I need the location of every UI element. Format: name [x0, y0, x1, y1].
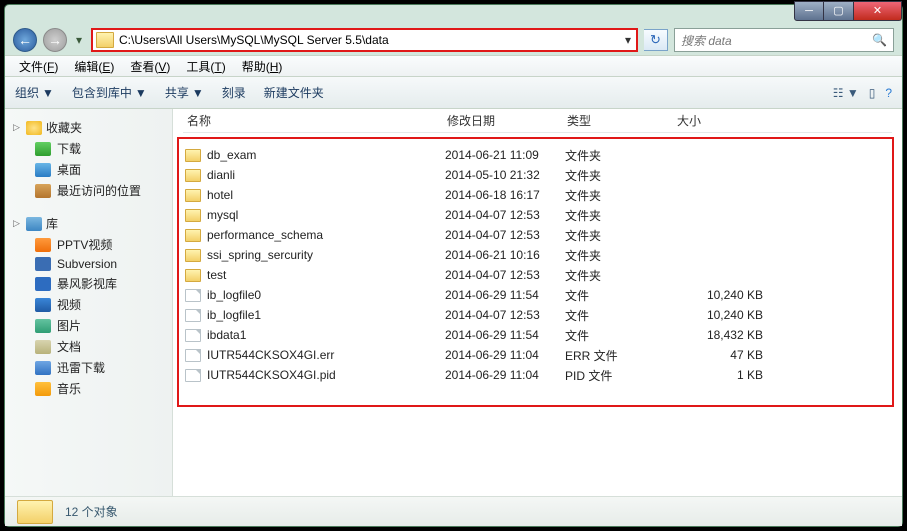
share-button[interactable]: 共享 ▼	[165, 84, 204, 101]
forward-button[interactable]: →	[43, 28, 67, 52]
file-list-highlight: db_exam2014-06-21 11:09文件夹dianli2014-05-…	[177, 137, 894, 407]
folder-icon	[17, 500, 53, 524]
search-icon: 🔍	[872, 33, 887, 47]
pptv-icon	[35, 238, 51, 252]
organize-button[interactable]: 组织 ▼	[15, 84, 54, 101]
menu-f[interactable]: 文件(F)	[13, 56, 64, 77]
xdl-icon	[35, 361, 51, 375]
collapse-icon: ▷	[11, 122, 22, 133]
search-box[interactable]: 搜索 data 🔍	[674, 28, 894, 52]
address-bar[interactable]: ▾	[91, 28, 638, 52]
column-headers[interactable]: 名称 修改日期 类型 大小	[183, 109, 892, 133]
status-bar: 12 个对象	[5, 496, 902, 526]
col-type[interactable]: 类型	[563, 112, 673, 129]
star-icon	[26, 121, 42, 135]
mus-icon	[35, 382, 51, 396]
file-row[interactable]: ib_logfile12014-04-07 12:53文件10,240 KB	[185, 305, 886, 325]
file-icon	[185, 329, 201, 342]
file-row[interactable]: db_exam2014-06-21 11:09文件夹	[185, 145, 886, 165]
file-row[interactable]: hotel2014-06-18 16:17文件夹	[185, 185, 886, 205]
sidebar-favorites-header[interactable]: ▷ 收藏夹	[9, 117, 168, 138]
file-icon	[185, 349, 201, 362]
libraries-label: 库	[46, 215, 58, 232]
doc-icon	[35, 340, 51, 354]
rec-icon	[35, 184, 51, 198]
sidebar-item[interactable]: PPTV视频	[9, 234, 168, 255]
back-button[interactable]: ←	[13, 28, 37, 52]
sidebar-item[interactable]: Subversion	[9, 255, 168, 273]
menu-v[interactable]: 查看(V)	[124, 56, 176, 77]
svn-icon	[35, 257, 51, 271]
sidebar-libraries-header[interactable]: ▷ 库	[9, 213, 168, 234]
file-list-pane: 名称 修改日期 类型 大小 db_exam2014-06-21 11:09文件夹…	[173, 109, 902, 496]
search-placeholder: 搜索 data	[681, 32, 872, 49]
item-count: 12 个对象	[65, 503, 118, 520]
address-input[interactable]	[117, 33, 620, 47]
file-icon	[185, 309, 201, 322]
view-options-button[interactable]: ☷ ▼	[833, 86, 859, 100]
preview-pane-button[interactable]: ▯	[869, 86, 876, 100]
help-button[interactable]: ?	[885, 86, 892, 100]
history-dropdown[interactable]: ▾	[73, 30, 85, 50]
sidebar-item[interactable]: 迅雷下载	[9, 357, 168, 378]
folder-icon	[185, 229, 201, 242]
titlebar[interactable]: ─ ▢ ✕	[5, 5, 902, 25]
folder-icon	[185, 249, 201, 262]
menu-h[interactable]: 帮助(H)	[236, 56, 289, 77]
toolbar: 组织 ▼ 包含到库中 ▼ 共享 ▼ 刻录 新建文件夹 ☷ ▼ ▯ ?	[5, 77, 902, 109]
menu-t[interactable]: 工具(T)	[180, 56, 231, 77]
file-row[interactable]: test2014-04-07 12:53文件夹	[185, 265, 886, 285]
include-button[interactable]: 包含到库中 ▼	[72, 84, 147, 101]
sidebar-item[interactable]: 文档	[9, 336, 168, 357]
file-icon	[185, 289, 201, 302]
file-row[interactable]: mysql2014-04-07 12:53文件夹	[185, 205, 886, 225]
menu-e[interactable]: 编辑(E)	[68, 56, 120, 77]
explorer-window: ─ ▢ ✕ ← → ▾ ▾ ↻ 搜索 data 🔍 文件(F)编辑(E)查看(V…	[4, 4, 903, 527]
col-name[interactable]: 名称	[183, 112, 443, 129]
sidebar-item[interactable]: 暴风影视库	[9, 273, 168, 294]
sidebar-item[interactable]: 桌面	[9, 159, 168, 180]
file-row[interactable]: ssi_spring_sercurity2014-06-21 10:16文件夹	[185, 245, 886, 265]
close-button[interactable]: ✕	[854, 1, 902, 21]
collapse-icon: ▷	[11, 218, 22, 229]
file-row[interactable]: IUTR544CKSOX4GI.pid2014-06-29 11:04PID 文…	[185, 365, 886, 385]
file-row[interactable]: ibdata12014-06-29 11:54文件18,432 KB	[185, 325, 886, 345]
col-date[interactable]: 修改日期	[443, 112, 563, 129]
navigation-pane: ▷ 收藏夹 下载桌面最近访问的位置 ▷ 库 PPTV视频Subversion暴风…	[5, 109, 173, 496]
desk-icon	[35, 163, 51, 177]
file-icon	[185, 369, 201, 382]
folder-icon	[185, 189, 201, 202]
sidebar-item[interactable]: 下载	[9, 138, 168, 159]
file-row[interactable]: IUTR544CKSOX4GI.err2014-06-29 11:04ERR 文…	[185, 345, 886, 365]
folder-icon	[96, 32, 114, 48]
vid-icon	[35, 298, 51, 312]
folder-icon	[185, 169, 201, 182]
sidebar-item[interactable]: 视频	[9, 294, 168, 315]
nav-bar: ← → ▾ ▾ ↻ 搜索 data 🔍	[5, 25, 902, 55]
folder-icon	[185, 269, 201, 282]
favorites-label: 收藏夹	[46, 119, 82, 136]
maximize-button[interactable]: ▢	[824, 1, 854, 21]
pic-icon	[35, 319, 51, 333]
sidebar-item[interactable]: 最近访问的位置	[9, 180, 168, 201]
sidebar-item[interactable]: 音乐	[9, 378, 168, 399]
file-row[interactable]: ib_logfile02014-06-29 11:54文件10,240 KB	[185, 285, 886, 305]
col-size[interactable]: 大小	[673, 112, 773, 129]
folder-icon	[185, 209, 201, 222]
minimize-button[interactable]: ─	[794, 1, 824, 21]
sidebar-item[interactable]: 图片	[9, 315, 168, 336]
file-row[interactable]: performance_schema2014-04-07 12:53文件夹	[185, 225, 886, 245]
bfy-icon	[35, 277, 51, 291]
new-folder-button[interactable]: 新建文件夹	[264, 84, 324, 101]
address-dropdown[interactable]: ▾	[620, 33, 636, 47]
burn-button[interactable]: 刻录	[222, 84, 246, 101]
menu-bar: 文件(F)编辑(E)查看(V)工具(T)帮助(H)	[5, 55, 902, 77]
folder-icon	[185, 149, 201, 162]
refresh-button[interactable]: ↻	[644, 29, 668, 51]
dl-icon	[35, 142, 51, 156]
file-row[interactable]: dianli2014-05-10 21:32文件夹	[185, 165, 886, 185]
library-icon	[26, 217, 42, 231]
